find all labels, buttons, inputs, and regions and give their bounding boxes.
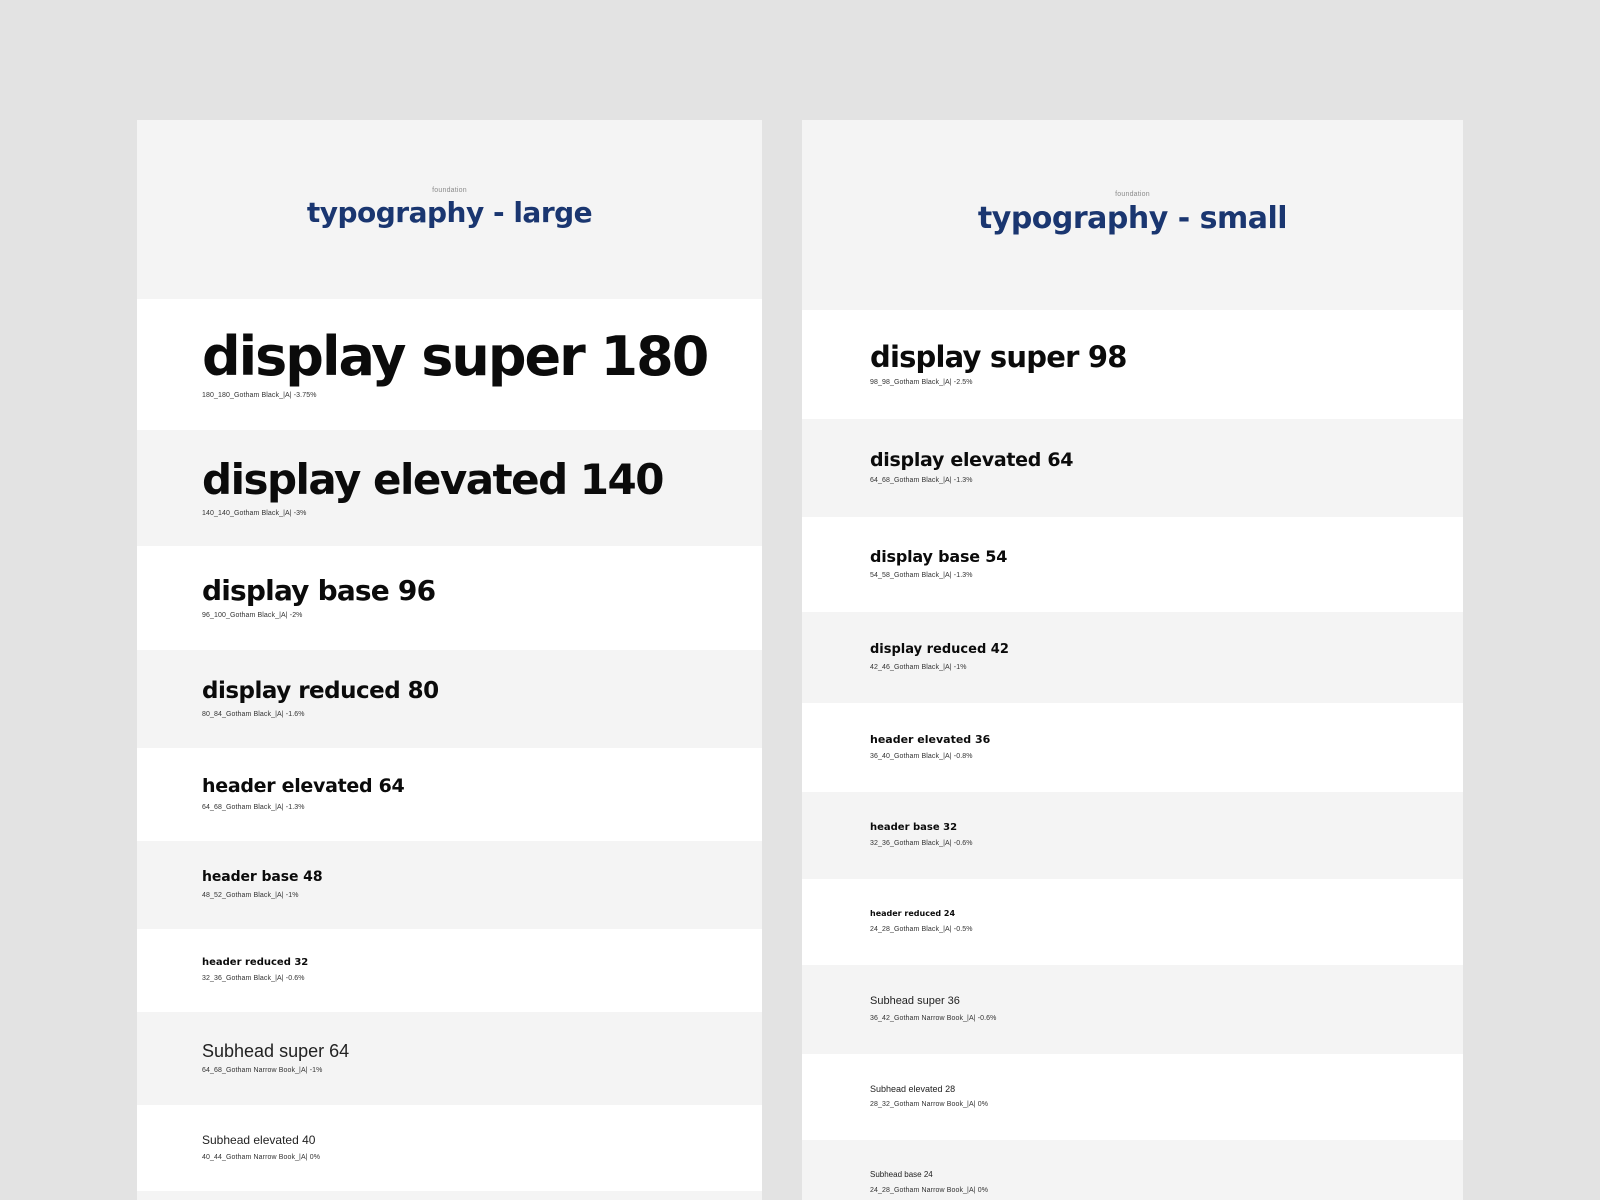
typography-large-panel: foundation typography - large display su… — [137, 120, 762, 1200]
type-row-header-base: header base 48 48_52_Gotham Black_|A| -1… — [137, 841, 762, 929]
type-row-subhead-base: Subhead base 24 24_28_Gotham Narrow Book… — [802, 1140, 1463, 1200]
type-spec: 32_36_Gotham Black_|A| -0.6% — [202, 975, 305, 983]
type-spec: 64_68_Gotham Narrow Book_|A| -1% — [202, 1067, 323, 1075]
type-sample: header elevated 64 — [202, 775, 405, 798]
type-row-header-elevated: header elevated 36 36_40_Gotham Black_|A… — [802, 703, 1463, 792]
type-spec: 80_84_Gotham Black_|A| -1.6% — [202, 710, 305, 718]
type-sample: header reduced 32 — [202, 956, 309, 968]
type-spec: 24_28_Gotham Narrow Book_|A| 0% — [870, 1186, 989, 1194]
panel-title: typography - large — [306, 196, 593, 229]
type-sample: display elevated 140 — [202, 455, 664, 505]
type-row-subhead-elevated: Subhead elevated 40 40_44_Gotham Narrow … — [137, 1105, 762, 1191]
panel-header: foundation typography - small — [802, 120, 1463, 310]
type-row-display-super: display super 180 180_180_Gotham Black_|… — [137, 299, 762, 430]
type-sample: header elevated 36 — [870, 733, 991, 747]
type-row-display-base: display base 96 96_100_Gotham Black_|A| … — [137, 546, 762, 650]
type-spec: 64_68_Gotham Black_|A| -1.3% — [202, 803, 305, 811]
type-spec: 98_98_Gotham Black_|A| -2.5% — [870, 379, 973, 387]
type-sample: display base 54 — [870, 546, 1008, 566]
type-row-subhead-super: Subhead super 64 64_68_Gotham Narrow Boo… — [137, 1012, 762, 1105]
type-spec: 28_32_Gotham Narrow Book_|A| 0% — [870, 1101, 989, 1109]
type-row-display-elevated: display elevated 140 140_140_Gotham Blac… — [137, 430, 762, 546]
type-sample: display base 96 — [202, 573, 436, 607]
type-spec: 40_44_Gotham Narrow Book_|A| 0% — [202, 1153, 321, 1161]
type-sample: Subhead elevated 28 — [870, 1083, 956, 1094]
type-row-display-elevated: display elevated 64 64_68_Gotham Black_|… — [802, 419, 1463, 517]
type-row-subhead-super: Subhead super 36 36_42_Gotham Narrow Boo… — [802, 965, 1463, 1054]
type-sample: Subhead base 24 — [870, 1170, 933, 1180]
type-sample: display reduced 42 — [870, 642, 1009, 658]
panel-title: typography - small — [977, 201, 1288, 236]
eyebrow-label: foundation — [1115, 191, 1150, 198]
type-spec: 36_40_Gotham Black_|A| -0.8% — [870, 752, 973, 760]
type-spec: 96_100_Gotham Black_|A| -2% — [202, 612, 303, 620]
type-spec: 64_68_Gotham Black_|A| -1.3% — [870, 477, 973, 485]
type-sample: header base 32 — [870, 821, 958, 833]
type-spec: 32_36_Gotham Black_|A| -0.6% — [870, 840, 973, 848]
type-spec: 54_58_Gotham Black_|A| -1.3% — [870, 572, 973, 580]
type-spec: 140_140_Gotham Black_|A| -3% — [202, 509, 307, 517]
type-scale-list: display super 98 98_98_Gotham Black_|A| … — [802, 310, 1463, 1200]
type-spec: 48_52_Gotham Black_|A| -1% — [202, 891, 299, 899]
type-sample: display super 98 — [870, 339, 1127, 374]
type-spec: 36_42_Gotham Narrow Book_|A| -0.6% — [870, 1014, 997, 1022]
type-row-display-base: display base 54 54_58_Gotham Black_|A| -… — [802, 517, 1463, 612]
type-scale-list: display super 180 180_180_Gotham Black_|… — [137, 299, 762, 1191]
eyebrow-label: foundation — [432, 187, 467, 194]
type-row-display-reduced: display reduced 80 80_84_Gotham Black_|A… — [137, 650, 762, 748]
type-sample: display super 180 — [202, 324, 709, 388]
type-row-subhead-elevated: Subhead elevated 28 28_32_Gotham Narrow … — [802, 1054, 1463, 1140]
panel-header: foundation typography - large — [137, 120, 762, 299]
type-spec: 24_28_Gotham Black_|A| -0.5% — [870, 925, 973, 933]
type-row-display-reduced: display reduced 42 42_46_Gotham Black_|A… — [802, 612, 1463, 703]
type-sample: Subhead super 36 — [870, 995, 960, 1008]
type-spec: 180_180_Gotham Black_|A| -3.75% — [202, 392, 317, 400]
type-sample: header reduced 24 — [870, 909, 956, 919]
type-row-header-base: header base 32 32_36_Gotham Black_|A| -0… — [802, 792, 1463, 879]
type-sample: Subhead elevated 40 — [202, 1133, 316, 1148]
typography-small-panel: foundation typography - small display su… — [802, 120, 1463, 1200]
type-row-display-super: display super 98 98_98_Gotham Black_|A| … — [802, 310, 1463, 419]
type-sample: display reduced 80 — [202, 678, 439, 705]
type-row-header-elevated: header elevated 64 64_68_Gotham Black_|A… — [137, 748, 762, 841]
type-row-header-reduced: header reduced 24 24_28_Gotham Black_|A|… — [802, 879, 1463, 965]
type-sample: Subhead super 64 — [202, 1040, 350, 1061]
type-sample: header base 48 — [202, 869, 323, 886]
type-row-header-reduced: header reduced 32 32_36_Gotham Black_|A|… — [137, 929, 762, 1012]
type-spec: 42_46_Gotham Black_|A| -1% — [870, 663, 967, 671]
type-sample: display elevated 64 — [870, 448, 1074, 471]
